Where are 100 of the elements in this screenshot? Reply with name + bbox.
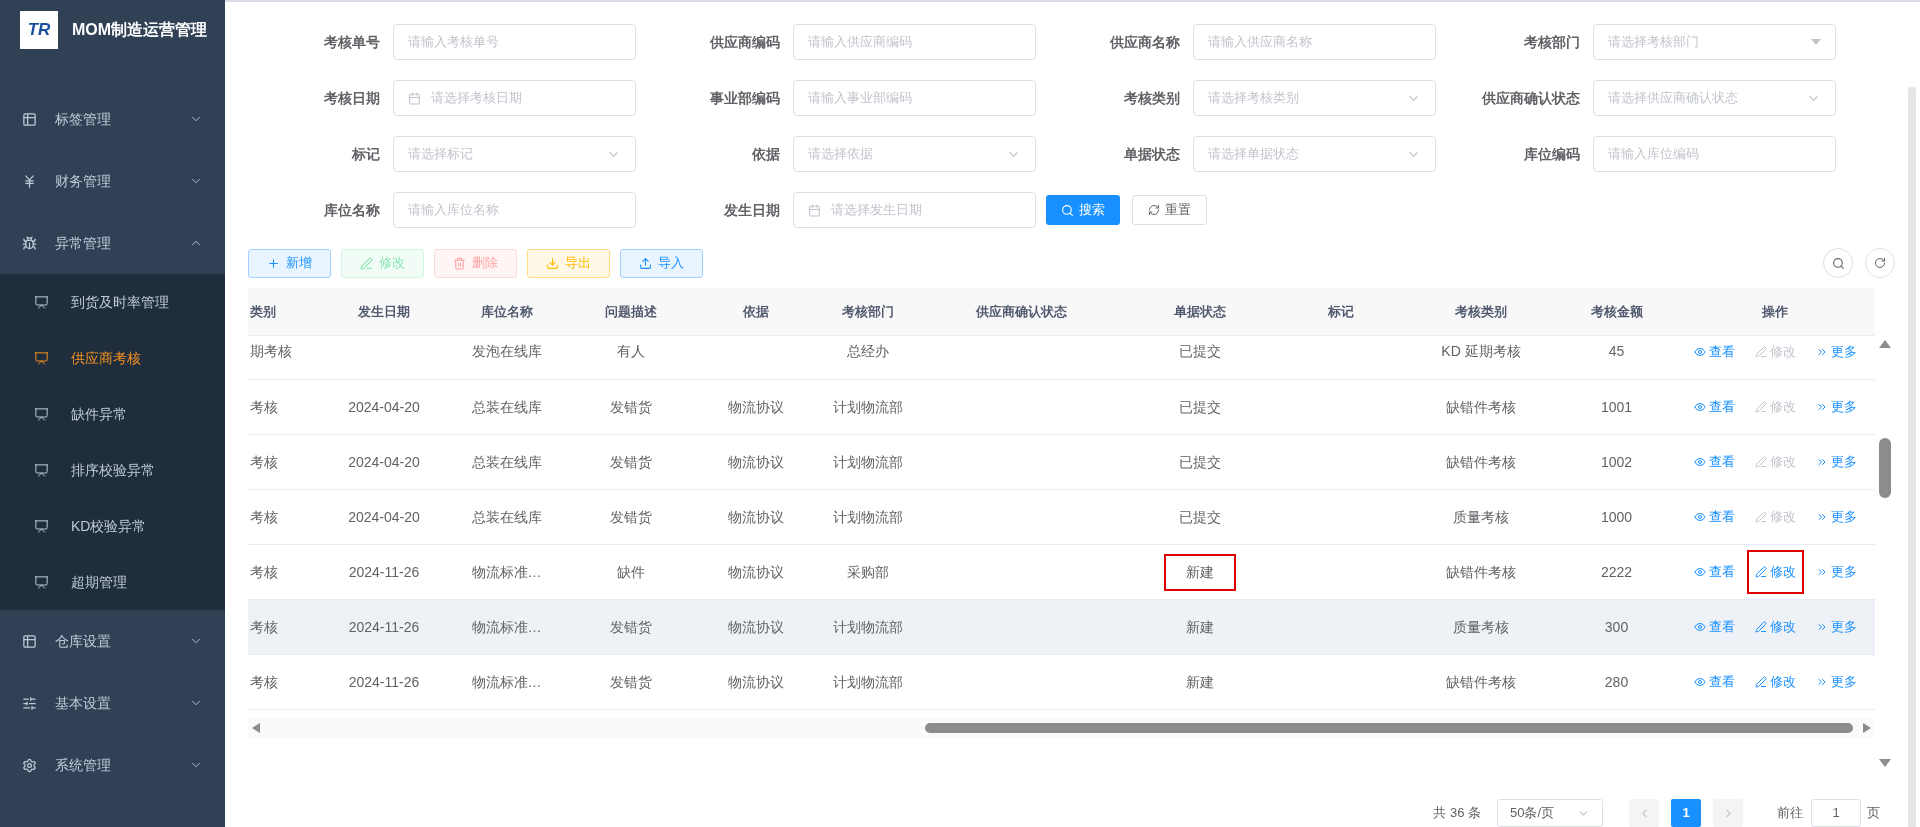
monitor-icon <box>34 518 49 534</box>
table-cell-text: 已提交 <box>1178 507 1222 527</box>
input-field[interactable]: 请输入事业部编码 <box>793 80 1036 116</box>
table-cell-text: 发错货 <box>609 397 653 417</box>
submenu-item[interactable]: 供应商考核 <box>0 330 225 386</box>
column-header: 标记 <box>1327 302 1355 321</box>
submenu-item[interactable]: 排序校验异常 <box>0 442 225 498</box>
select-field[interactable]: 请选择依据 <box>793 136 1036 172</box>
input-field[interactable]: 请输入供应商编码 <box>793 24 1036 60</box>
page-button[interactable]: 1 <box>1671 799 1701 827</box>
action-link[interactable]: 查看 <box>1685 550 1743 594</box>
table-cell-text: 质量考核 <box>1452 507 1510 527</box>
column-header: 问题描述 <box>604 302 658 321</box>
monitor-icon <box>34 462 49 478</box>
search-button[interactable]: 搜索 <box>1046 195 1120 225</box>
field-label: 考核部门 <box>1523 32 1581 52</box>
double-chevron-icon <box>1815 456 1828 468</box>
date-field[interactable]: 请选择考核日期 <box>393 80 636 116</box>
action-link[interactable]: 更多 <box>1807 605 1865 649</box>
table-cell-text: 计划物流部 <box>831 617 904 637</box>
field-label: 库位名称 <box>323 200 381 220</box>
page-scrollbar[interactable] <box>1908 87 1916 827</box>
menu-item[interactable]: 异常管理 <box>0 212 225 274</box>
table-cell-text: 2024-04-20 <box>347 452 421 472</box>
table-cell-text: 发错货 <box>609 452 653 472</box>
action-link[interactable]: 修改 <box>1746 550 1804 594</box>
submenu-item[interactable]: 到货及时率管理 <box>0 274 225 330</box>
reset-button[interactable]: 重置 <box>1132 195 1207 225</box>
input-field[interactable]: 请输入库位名称 <box>393 192 636 228</box>
toolbar-button[interactable]: 新增 <box>248 248 331 278</box>
action-link[interactable]: 查看 <box>1685 660 1743 704</box>
action-link[interactable]: 修改 <box>1746 605 1804 649</box>
pencil-icon <box>1754 566 1767 578</box>
select-field[interactable]: 请选择单据状态 <box>1193 136 1436 172</box>
table-cell-text: 2222 <box>1599 562 1634 582</box>
goto-label: 前往 <box>1777 804 1803 823</box>
select-field[interactable]: 请选择考核类别 <box>1193 80 1436 116</box>
action-link[interactable]: 修改 <box>1746 660 1804 704</box>
table-cell-text: 缺件 <box>616 562 646 582</box>
scroll-right-icon <box>1863 723 1871 733</box>
field-label: 标记 <box>351 144 381 164</box>
table-cell-text: 考核 <box>249 562 279 582</box>
calendar-icon <box>808 203 821 217</box>
table-cell-text: 计划物流部 <box>831 672 904 692</box>
table-cell-text: 2024-11-26 <box>347 562 421 582</box>
monitor-icon <box>34 574 49 590</box>
menu-item[interactable]: 系统管理 <box>0 734 225 796</box>
toolbar-button[interactable]: 导入 <box>620 248 703 278</box>
table-cell-text: 物流协议 <box>727 617 785 637</box>
input-field[interactable]: 请输入考核单号 <box>393 24 636 60</box>
pencil-icon <box>1754 621 1767 633</box>
table-cell-text: 有人 <box>616 342 646 361</box>
total-count: 共 36 条 <box>1433 804 1481 823</box>
action-link[interactable]: 更多 <box>1807 495 1865 539</box>
select-field[interactable]: 请选择标记 <box>393 136 636 172</box>
table-cell-text: 发泡在线库 <box>470 342 543 361</box>
action-link[interactable]: 更多 <box>1807 440 1865 484</box>
horizontal-scrollbar[interactable] <box>248 718 1875 738</box>
action-link[interactable]: 更多 <box>1807 660 1865 704</box>
table-cell-text: 缺错件考核 <box>1445 672 1517 692</box>
page-size-select[interactable]: 50条/页 <box>1497 799 1603 827</box>
table-cell-text: 280 <box>1603 672 1630 692</box>
submenu-item[interactable]: KD校验异常 <box>0 498 225 554</box>
action-link[interactable]: 查看 <box>1685 385 1743 429</box>
submenu-item[interactable]: 超期管理 <box>0 554 225 610</box>
select-field[interactable]: 请选择供应商确认状态 <box>1593 80 1836 116</box>
double-chevron-icon <box>1815 511 1828 523</box>
menu-item[interactable]: 财务管理 <box>0 150 225 212</box>
refresh-icon <box>1148 204 1160 216</box>
date-field[interactable]: 请选择发生日期 <box>793 192 1036 228</box>
table-icon <box>22 111 37 127</box>
action-link[interactable]: 查看 <box>1685 605 1743 649</box>
menu-item[interactable]: 仓库设置 <box>0 610 225 672</box>
action-link[interactable]: 更多 <box>1807 385 1865 429</box>
input-field[interactable]: 请输入库位编码 <box>1593 136 1836 172</box>
field-label: 依据 <box>751 144 781 164</box>
action-link[interactable]: 更多 <box>1807 550 1865 594</box>
pencil-icon <box>1754 511 1767 523</box>
double-chevron-icon <box>1815 676 1828 688</box>
table-cell-text: 计划物流部 <box>831 397 904 417</box>
action-link[interactable]: 查看 <box>1685 440 1743 484</box>
table-row[interactable]: 考核 2024-11-26 物流标准… 发错货 物流协议 计划物流部 新建 质量考核 300 查看 修改 更多 <box>248 600 1875 655</box>
column-header: 考核类别 <box>1454 302 1508 321</box>
eye-icon <box>1693 401 1706 413</box>
scrollbar-thumb[interactable] <box>925 723 1853 733</box>
menu-item[interactable]: 标签管理 <box>0 88 225 150</box>
input-field[interactable]: 请输入供应商名称 <box>1193 24 1436 60</box>
table-cell-text: 1002 <box>1599 452 1634 472</box>
monitor-icon <box>34 406 49 422</box>
calendar-icon <box>408 91 421 105</box>
submenu-item[interactable]: 缺件异常 <box>0 386 225 442</box>
page-input[interactable]: 1 <box>1811 799 1861 827</box>
scrollbar-thumb[interactable] <box>1879 438 1891 498</box>
action-link[interactable]: 查看 <box>1685 495 1743 539</box>
menu-item[interactable]: 基本设置 <box>0 672 225 734</box>
table-cell-text: 物流协议 <box>727 452 785 472</box>
search-icon <box>1061 203 1074 217</box>
page-suffix: 页 <box>1867 804 1880 823</box>
table-cell-text: 300 <box>1603 617 1630 637</box>
plus-icon <box>267 256 280 270</box>
